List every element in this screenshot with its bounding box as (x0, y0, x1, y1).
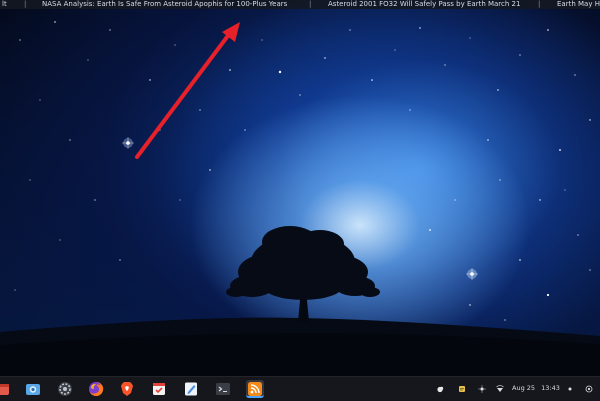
ticker-item[interactable]: Asteroid 2001 FO32 Will Safely Pass by E… (328, 0, 520, 9)
ticker-item[interactable]: lt (2, 0, 7, 9)
firefox-icon[interactable] (87, 380, 105, 398)
ticker-item[interactable]: NASA Analysis: Earth Is Safe From Astero… (42, 0, 287, 9)
text-editor-icon[interactable] (182, 380, 200, 398)
weather-icon[interactable] (436, 385, 444, 393)
ticker-separator: | (538, 0, 541, 8)
rss-reader-icon[interactable] (246, 380, 264, 398)
brightness-icon[interactable] (478, 385, 486, 393)
tree-hill-silhouette (0, 226, 600, 400)
files-icon[interactable] (0, 380, 12, 398)
terminal-icon[interactable] (214, 380, 232, 398)
clock-date: Aug 25 (512, 384, 536, 392)
clock[interactable]: Aug 25 13:43 (512, 384, 560, 392)
notes-icon[interactable] (458, 385, 466, 393)
power-icon[interactable] (585, 385, 593, 393)
brave-icon[interactable] (118, 380, 136, 398)
ticker-item[interactable]: Earth May H (557, 0, 600, 9)
network-icon[interactable] (496, 385, 504, 393)
settings-icon[interactable] (56, 380, 74, 398)
screenshot-icon[interactable] (24, 380, 42, 398)
taskbar: Aug 25 13:43 (0, 376, 600, 401)
news-ticker: lt | NASA Analysis: Earth Is Safe From A… (0, 0, 600, 9)
ticker-separator: | (309, 0, 312, 8)
ticker-separator: | (24, 0, 27, 8)
clock-time: 13:43 (541, 384, 560, 392)
notification-dot-icon[interactable] (566, 385, 574, 393)
calendar-icon[interactable] (150, 380, 168, 398)
